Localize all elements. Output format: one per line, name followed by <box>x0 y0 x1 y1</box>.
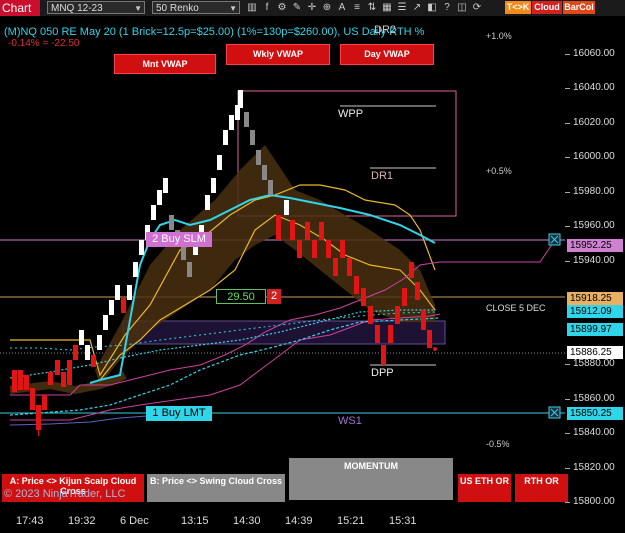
change-readout: -0.14% = -22.50 <box>8 38 80 49</box>
price-tick: 15840.00 <box>565 427 615 438</box>
price-tick: 15820.00 <box>565 462 615 473</box>
help-icon[interactable]: ? <box>441 1 453 14</box>
price-tick: 16000.00 <box>565 151 615 162</box>
price-chart[interactable] <box>0 16 565 509</box>
time-tick: 17:43 <box>16 515 44 527</box>
price-tick: 16040.00 <box>565 82 615 93</box>
daily-vwap-button[interactable]: Day VWAP <box>340 44 434 65</box>
pct-plus-1: +1.0% <box>486 31 512 41</box>
vwap2-price-label: 15899.97 <box>567 323 623 336</box>
wpp-label: WPP <box>338 108 364 120</box>
properties-icon[interactable]: ☰ <box>396 1 408 14</box>
time-tick: 6 Dec <box>120 515 149 527</box>
instrument-selector[interactable]: MNQ 12-23 ▼ <box>47 1 145 14</box>
barcol-toggle-button[interactable]: BarCol <box>563 1 595 14</box>
share-icon[interactable]: ↗ <box>411 1 423 14</box>
chevron-down-icon: ▼ <box>229 4 237 13</box>
price-tick: 15960.00 <box>565 220 615 231</box>
chevron-down-icon: ▼ <box>134 4 142 13</box>
bar-type-selector[interactable]: 50 Renko ▼ <box>152 1 240 14</box>
instrument-value: MNQ 12-23 <box>51 3 103 14</box>
refresh-icon[interactable]: ⟳ <box>471 1 483 14</box>
price-tick: 16020.00 <box>565 117 615 128</box>
time-tick: 19:32 <box>68 515 96 527</box>
strategy-icon[interactable]: ⚙ <box>276 1 288 14</box>
price-tick: 16060.00 <box>565 48 615 59</box>
vwap-price-label: 15912.09 <box>567 305 623 318</box>
chart-toolbar: Chart MNQ 12-23 ▼ 50 Renko ▼ ▥ f ⚙ ✎ ✛ ⊕ A… <box>0 0 625 16</box>
cloud-toggle-button[interactable]: Cloud <box>532 1 562 14</box>
crosshair-icon[interactable]: ✛ <box>306 1 318 14</box>
time-axis[interactable]: 17:43 19:32 6 Dec 13:15 14:30 14:39 15:2… <box>0 509 565 533</box>
momentum-button[interactable]: MOMENTUM <box>289 458 453 500</box>
ws1-label: WS1 <box>338 415 362 427</box>
copyright-text: © 2023 NinjaTrader, LLC <box>4 488 126 500</box>
time-tick: 14:30 <box>233 515 261 527</box>
indicator-icon[interactable]: f <box>261 1 273 14</box>
close-price-label: 15918.25 <box>567 292 623 305</box>
bar-type-value: 50 Renko <box>156 3 199 14</box>
price-tick: 15980.00 <box>565 186 615 197</box>
chart-title-tab[interactable]: Chart <box>0 0 40 16</box>
weekly-vwap-button[interactable]: Wkly VWAP <box>226 44 330 65</box>
buy-slm-order[interactable]: 2 Buy SLM <box>146 232 212 247</box>
text-icon[interactable]: A <box>336 1 348 14</box>
data-box-icon[interactable]: ▦ <box>381 1 393 14</box>
buy-lmt-order[interactable]: 1 Buy LMT <box>146 406 212 421</box>
time-tick: 15:21 <box>337 515 365 527</box>
bar-chart-icon[interactable]: ▥ <box>246 1 258 14</box>
price-swing-cross-button[interactable]: B: Price <> Swing Cloud Cross <box>147 474 285 502</box>
monthly-vwap-button[interactable]: Mnt VWAP <box>114 54 216 74</box>
rth-or-button[interactable]: RTH OR <box>515 474 568 502</box>
split-view-icon[interactable]: ◫ <box>456 1 468 14</box>
price-tick: 15940.00 <box>565 255 615 266</box>
dr2-label: DR2 <box>374 24 397 36</box>
snapshot-icon[interactable]: ◧ <box>426 1 438 14</box>
position-pnl[interactable]: 29.50 <box>216 289 266 304</box>
price-tick: 15800.00 <box>565 496 615 507</box>
time-tick: 13:15 <box>181 515 209 527</box>
time-tick: 15:31 <box>389 515 417 527</box>
price-tick: 15880.00 <box>565 358 615 369</box>
trade-icon[interactable]: ⇅ <box>366 1 378 14</box>
pct-plus-half: +0.5% <box>486 166 512 176</box>
buy-lmt-price-label: 15850.25 <box>567 407 623 420</box>
close-label: CLOSE 5 DEC <box>486 303 546 313</box>
last-price-label: 15886.25 <box>567 346 623 359</box>
time-tick: 14:39 <box>285 515 313 527</box>
tk-toggle-button[interactable]: T<>K <box>505 1 531 14</box>
drawing-tool-icon[interactable]: ✎ <box>291 1 303 14</box>
us-eth-or-button[interactable]: US ETH OR <box>458 474 511 502</box>
price-axis[interactable]: 16060.00 16040.00 16020.00 16000.00 1598… <box>565 16 625 509</box>
lines-icon[interactable]: ≡ <box>351 1 363 14</box>
instrument-info: (M)NQ 050 RE May 20 (1 Brick=12.5p=$25.0… <box>4 26 425 38</box>
magenta-trail-upper <box>10 239 556 396</box>
price-tick: 15860.00 <box>565 393 615 404</box>
zoom-icon[interactable]: ⊕ <box>321 1 333 14</box>
dr1-label: DR1 <box>371 170 394 182</box>
dpp-label: DPP <box>371 367 394 379</box>
position-qty[interactable]: 2 <box>267 289 281 304</box>
pct-minus-half: -0.5% <box>486 439 510 449</box>
buy-slm-price-label: 15952.25 <box>567 239 623 252</box>
